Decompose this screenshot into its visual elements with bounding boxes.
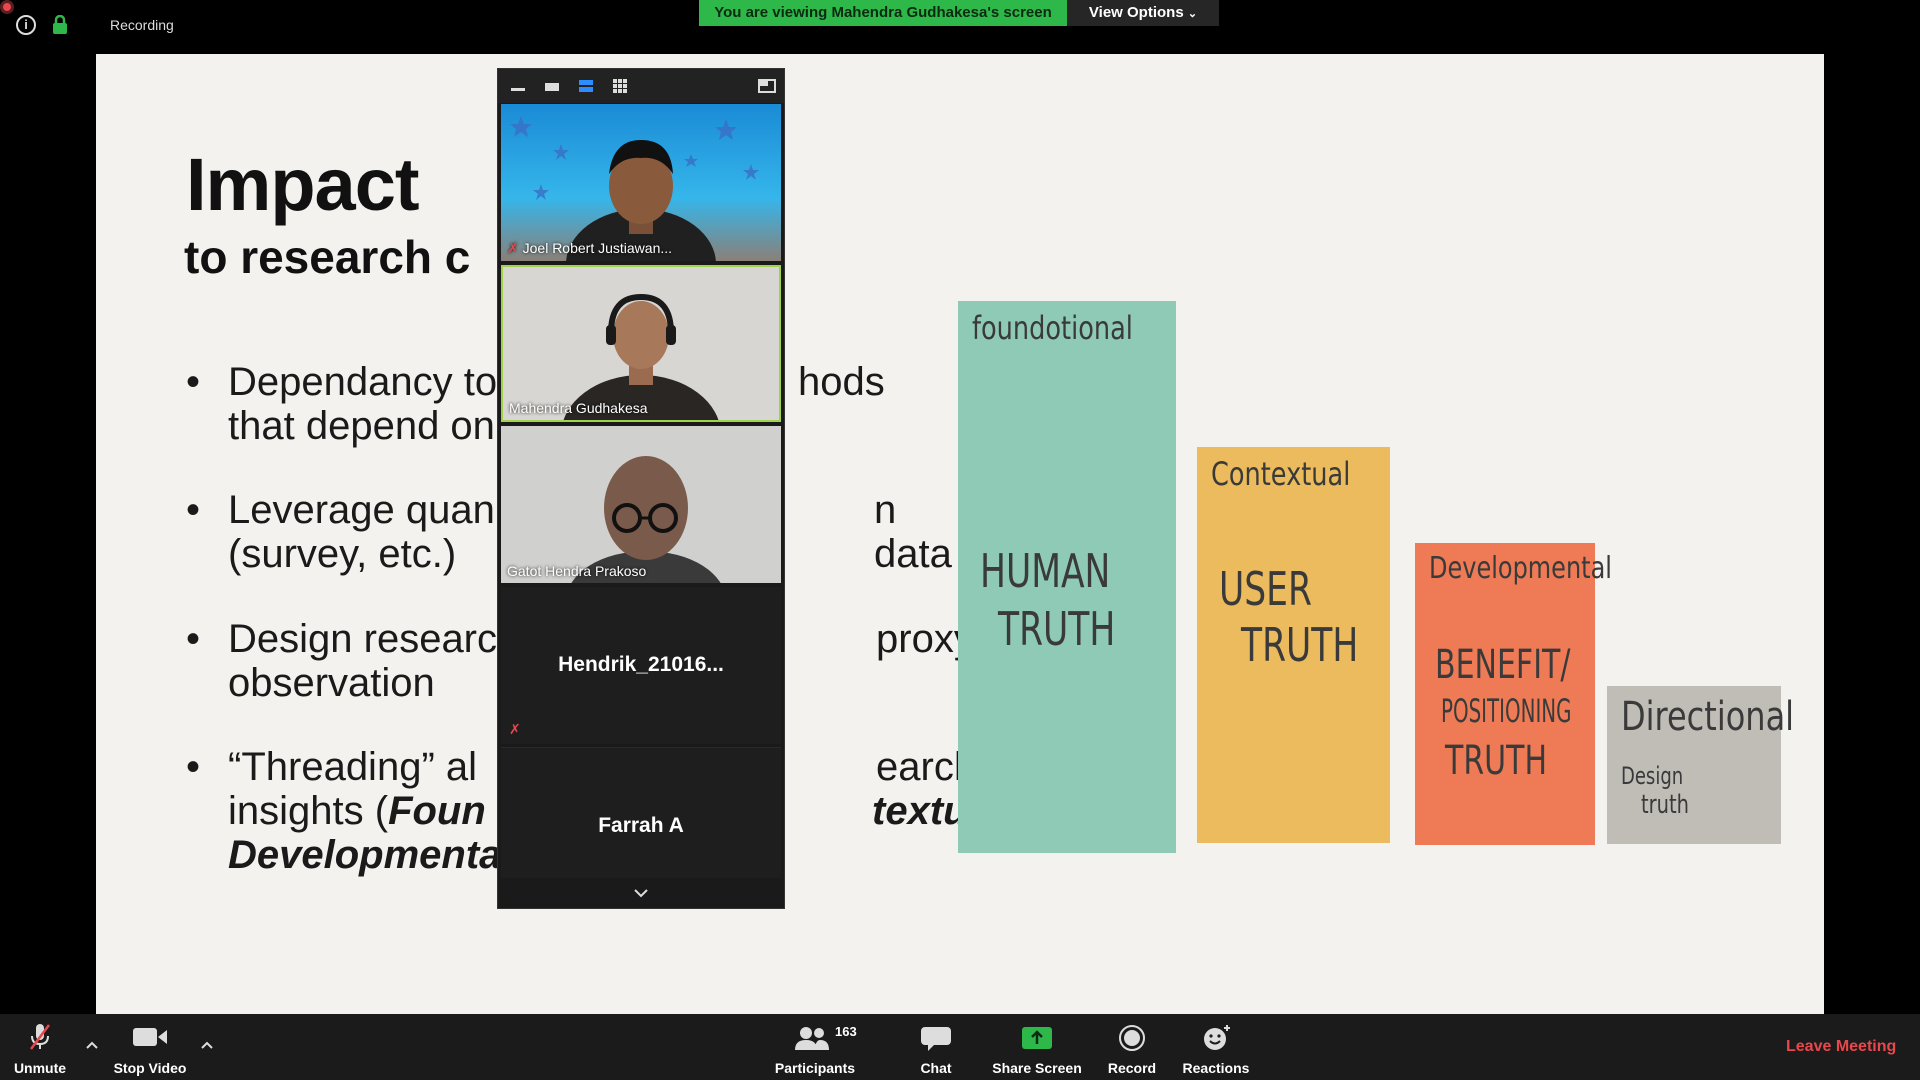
reactions-button[interactable]: Reactions	[1178, 1014, 1254, 1080]
sticky-note-text: TRUTH	[998, 602, 1116, 656]
participant-name-text: Joel Robert Justiawan...	[522, 240, 673, 256]
sticky-note-heading: Developmental	[1429, 551, 1612, 586]
sticky-note-heading: foundotional	[972, 309, 1133, 347]
unmute-button[interactable]: Unmute	[0, 1014, 80, 1080]
share-screen-icon	[1022, 1027, 1052, 1049]
bullet-dot: •	[186, 745, 201, 789]
viewing-screen-banner: You are viewing Mahendra Gudhakesa's scr…	[699, 0, 1067, 26]
meeting-controls-toolbar: Unmute Stop Video 163 Participants Chat	[0, 1014, 1920, 1080]
bullet-line-right: n data	[874, 488, 952, 576]
participants-icon	[795, 1027, 829, 1050]
shared-screen-slide: Impact to research c • Dependancy to tha…	[96, 54, 1824, 1014]
sticky-note-text: USER	[1219, 562, 1312, 616]
sticky-note-text: TRUTH	[1241, 618, 1359, 672]
muted-mic-icon: ✗	[509, 721, 521, 737]
participant-no-video-tile[interactable]: Hendrik_21016... ✗	[501, 587, 781, 744]
record-icon	[1119, 1025, 1145, 1051]
grid-view-icon[interactable]	[612, 79, 628, 93]
participant-video-panel[interactable]: ✗ Joel Robert Justiawan... Mahendra Gudh…	[497, 68, 785, 909]
chat-button[interactable]: Chat	[902, 1014, 970, 1080]
unmute-label: Unmute	[13, 1060, 67, 1076]
sticky-note-directional: Directional Design truth	[1607, 686, 1794, 844]
muted-microphone-icon	[30, 1024, 50, 1050]
slide-title: Impact	[186, 143, 420, 226]
bullet-text-emphasis: Foun	[388, 789, 486, 833]
sticky-note-foundational: foundotional HUMAN TRUTH	[958, 301, 1176, 853]
record-button[interactable]: Record	[1100, 1014, 1164, 1080]
recording-icon	[0, 0, 14, 14]
reactions-smiley-icon	[1204, 1025, 1230, 1050]
sticky-note-contextual: Contextual USER TRUTH	[1197, 447, 1390, 843]
chevron-down-icon	[634, 889, 648, 898]
sticky-note-heading: Contextual	[1211, 455, 1351, 493]
muted-mic-icon: ✗	[507, 240, 519, 256]
stop-video-button[interactable]: Stop Video	[108, 1014, 192, 1080]
leave-meeting-button[interactable]: Leave Meeting	[1786, 1038, 1896, 1056]
participant-video-image	[503, 267, 779, 420]
chat-label: Chat	[920, 1060, 952, 1076]
participants-label: Participants	[774, 1060, 856, 1076]
audio-options-caret-icon[interactable]	[85, 1038, 99, 1052]
participant-name: ✗ Joel Robert Justiawan...	[507, 240, 672, 257]
panel-toolbar	[498, 69, 784, 103]
share-screen-label: Share Screen	[992, 1060, 1082, 1076]
lock-icon[interactable]	[50, 15, 70, 35]
reactions-label: Reactions	[1182, 1060, 1250, 1076]
participant-name: Hendrik_21016...	[558, 653, 724, 676]
participants-button[interactable]: 163 Participants	[770, 1014, 860, 1080]
bullet-line-right: hods	[798, 360, 885, 404]
minimize-icon[interactable]	[510, 79, 526, 93]
bullet-dot: •	[186, 488, 201, 532]
participant-video-image	[510, 116, 759, 261]
bullet-dot: •	[186, 617, 201, 661]
participant-video-image	[501, 426, 781, 583]
exit-panel-icon[interactable]	[758, 79, 776, 93]
bullet-text: insights (	[228, 789, 389, 833]
info-icon[interactable]: i	[16, 15, 36, 35]
stop-video-label: Stop Video	[113, 1060, 187, 1076]
participant-video-tile-active-speaker[interactable]: Mahendra Gudhakesa	[501, 265, 781, 422]
view-options-label: View Options	[1088, 4, 1184, 21]
record-label: Record	[1107, 1060, 1157, 1076]
participants-count: 163	[835, 1024, 857, 1039]
bullet-dot: •	[186, 360, 201, 404]
chevron-down-icon: ⌄	[1187, 8, 1198, 20]
participant-video-tile[interactable]: ✗ Joel Robert Justiawan...	[501, 104, 781, 261]
sticky-note-heading: Directional	[1621, 694, 1795, 740]
participant-name: Mahendra Gudhakesa	[509, 400, 648, 416]
share-screen-button[interactable]: Share Screen	[990, 1014, 1084, 1080]
participant-name: Farrah A	[598, 814, 684, 837]
sticky-note-text: BENEFIT/	[1435, 642, 1571, 688]
sticky-note-text: POSITIONING	[1441, 692, 1572, 730]
recording-label: Recording	[110, 17, 174, 33]
sticky-note-text: TRUTH	[1445, 738, 1548, 784]
video-options-caret-icon[interactable]	[200, 1038, 214, 1052]
sticky-note-text: Design	[1621, 762, 1684, 790]
sticky-note-text: truth	[1641, 790, 1690, 820]
strip-view-icon[interactable]	[578, 79, 594, 93]
sticky-note-developmental: Developmental BENEFIT/ POSITIONING TRUTH	[1415, 543, 1612, 845]
chat-bubble-icon	[921, 1027, 951, 1051]
slide-subtitle: to research c	[184, 231, 471, 283]
sticky-note-text: HUMAN	[980, 544, 1111, 598]
meeting-top-bar: i Recording You are viewing Mahendra Gud…	[0, 0, 1920, 54]
scroll-down-button[interactable]	[498, 878, 784, 908]
participant-video-tile[interactable]: Gatot Hendra Prakoso	[501, 426, 781, 583]
view-options-button[interactable]: View Options ⌄	[1067, 0, 1219, 26]
participant-name: Gatot Hendra Prakoso	[507, 563, 647, 579]
video-camera-icon	[133, 1028, 167, 1046]
single-view-icon[interactable]	[544, 79, 560, 93]
